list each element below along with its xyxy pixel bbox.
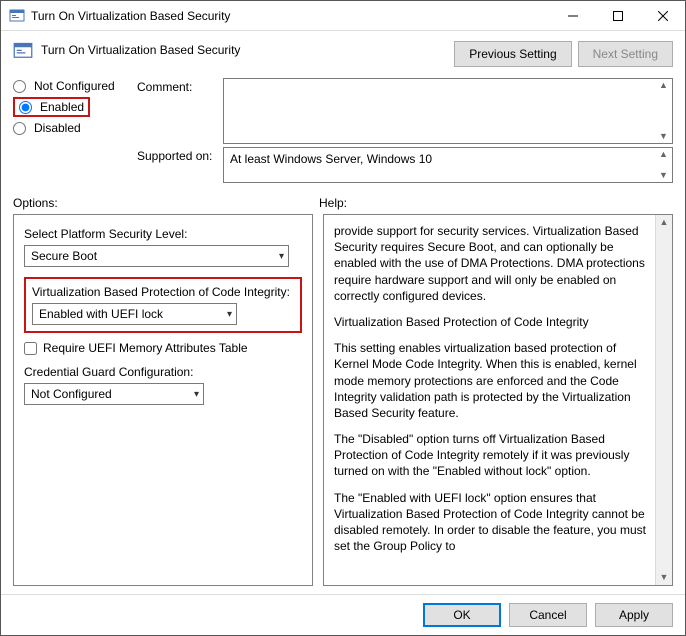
radio-enabled[interactable]: Enabled: [19, 100, 84, 114]
cancel-button[interactable]: Cancel: [509, 603, 587, 627]
comment-scrollbar[interactable]: ▲ ▼: [655, 79, 672, 143]
options-panel: Select Platform Security Level: Secure B…: [13, 214, 313, 586]
form-top: Not Configured Enabled Disabled Comment:…: [1, 75, 685, 192]
comment-textarea[interactable]: ▲ ▼: [223, 78, 673, 144]
policy-icon: [13, 41, 33, 61]
ok-button[interactable]: OK: [423, 603, 501, 627]
radio-disabled-label: Disabled: [34, 121, 81, 135]
help-text: provide support for security services. V…: [334, 223, 652, 304]
radio-not-configured[interactable]: Not Configured: [13, 77, 117, 95]
apply-button[interactable]: Apply: [595, 603, 673, 627]
scroll-up-icon[interactable]: ▲: [659, 150, 668, 159]
options-label: Options:: [13, 196, 319, 210]
vbp-value: Enabled with UEFI lock: [39, 307, 163, 321]
chevron-down-icon: ▾: [194, 389, 199, 400]
section-labels: Options: Help:: [1, 192, 685, 214]
radio-enabled-input[interactable]: [19, 101, 32, 114]
help-panel: provide support for security services. V…: [323, 214, 673, 586]
window-title: Turn On Virtualization Based Security: [31, 9, 550, 23]
help-heading: Virtualization Based Protection of Code …: [334, 314, 652, 330]
header-title: Turn On Virtualization Based Security: [41, 41, 446, 57]
supported-value: At least Windows Server, Windows 10: [230, 152, 432, 166]
scroll-down-icon[interactable]: ▼: [659, 132, 668, 141]
chevron-down-icon: ▾: [227, 309, 232, 320]
credential-guard-label: Credential Guard Configuration:: [24, 365, 302, 379]
chevron-down-icon: ▾: [279, 251, 284, 262]
footer: OK Cancel Apply: [1, 594, 685, 635]
minimize-button[interactable]: [550, 1, 595, 30]
radio-enabled-highlight: Enabled: [13, 97, 90, 117]
supported-label: Supported on:: [137, 147, 223, 163]
columns: Select Platform Security Level: Secure B…: [1, 214, 685, 594]
radio-not-configured-label: Not Configured: [34, 79, 115, 93]
vbp-highlight: Virtualization Based Protection of Code …: [24, 277, 302, 333]
platform-level-value: Secure Boot: [31, 249, 97, 263]
supported-box: At least Windows Server, Windows 10 ▲ ▼: [223, 147, 673, 183]
require-mat-checkbox[interactable]: Require UEFI Memory Attributes Table: [24, 341, 302, 355]
radio-enabled-label: Enabled: [40, 100, 84, 114]
titlebar: Turn On Virtualization Based Security: [1, 1, 685, 31]
radio-not-configured-input[interactable]: [13, 80, 26, 93]
scroll-down-icon[interactable]: ▼: [659, 171, 668, 180]
credential-guard-select[interactable]: Not Configured ▾: [24, 383, 204, 405]
state-radios: Not Configured Enabled Disabled: [13, 75, 117, 186]
help-text: The "Enabled with UEFI lock" option ensu…: [334, 490, 652, 555]
supported-scrollbar[interactable]: ▲ ▼: [655, 148, 672, 182]
require-mat-label: Require UEFI Memory Attributes Table: [43, 341, 248, 355]
help-scrollbar[interactable]: ▲ ▼: [655, 215, 672, 585]
scroll-up-icon[interactable]: ▲: [659, 81, 668, 90]
app-icon: [9, 8, 25, 24]
previous-setting-button[interactable]: Previous Setting: [454, 41, 571, 67]
vbp-label: Virtualization Based Protection of Code …: [32, 285, 294, 299]
radio-disabled[interactable]: Disabled: [13, 119, 117, 137]
help-text: The "Disabled" option turns off Virtuali…: [334, 431, 652, 480]
radio-disabled-input[interactable]: [13, 122, 26, 135]
maximize-button[interactable]: [595, 1, 640, 30]
platform-level-label: Select Platform Security Level:: [24, 227, 302, 241]
header: Turn On Virtualization Based Security Pr…: [1, 31, 685, 75]
close-button[interactable]: [640, 1, 685, 30]
require-mat-input[interactable]: [24, 342, 37, 355]
vbp-select[interactable]: Enabled with UEFI lock ▾: [32, 303, 237, 325]
help-text: This setting enables virtualization base…: [334, 340, 652, 421]
scroll-down-icon[interactable]: ▼: [660, 570, 669, 585]
scroll-up-icon[interactable]: ▲: [660, 215, 669, 230]
help-label: Help:: [319, 196, 673, 210]
platform-level-select[interactable]: Secure Boot ▾: [24, 245, 289, 267]
window-controls: [550, 1, 685, 30]
next-setting-button: Next Setting: [578, 41, 673, 67]
comment-label: Comment:: [137, 78, 223, 94]
credential-guard-value: Not Configured: [31, 387, 112, 401]
